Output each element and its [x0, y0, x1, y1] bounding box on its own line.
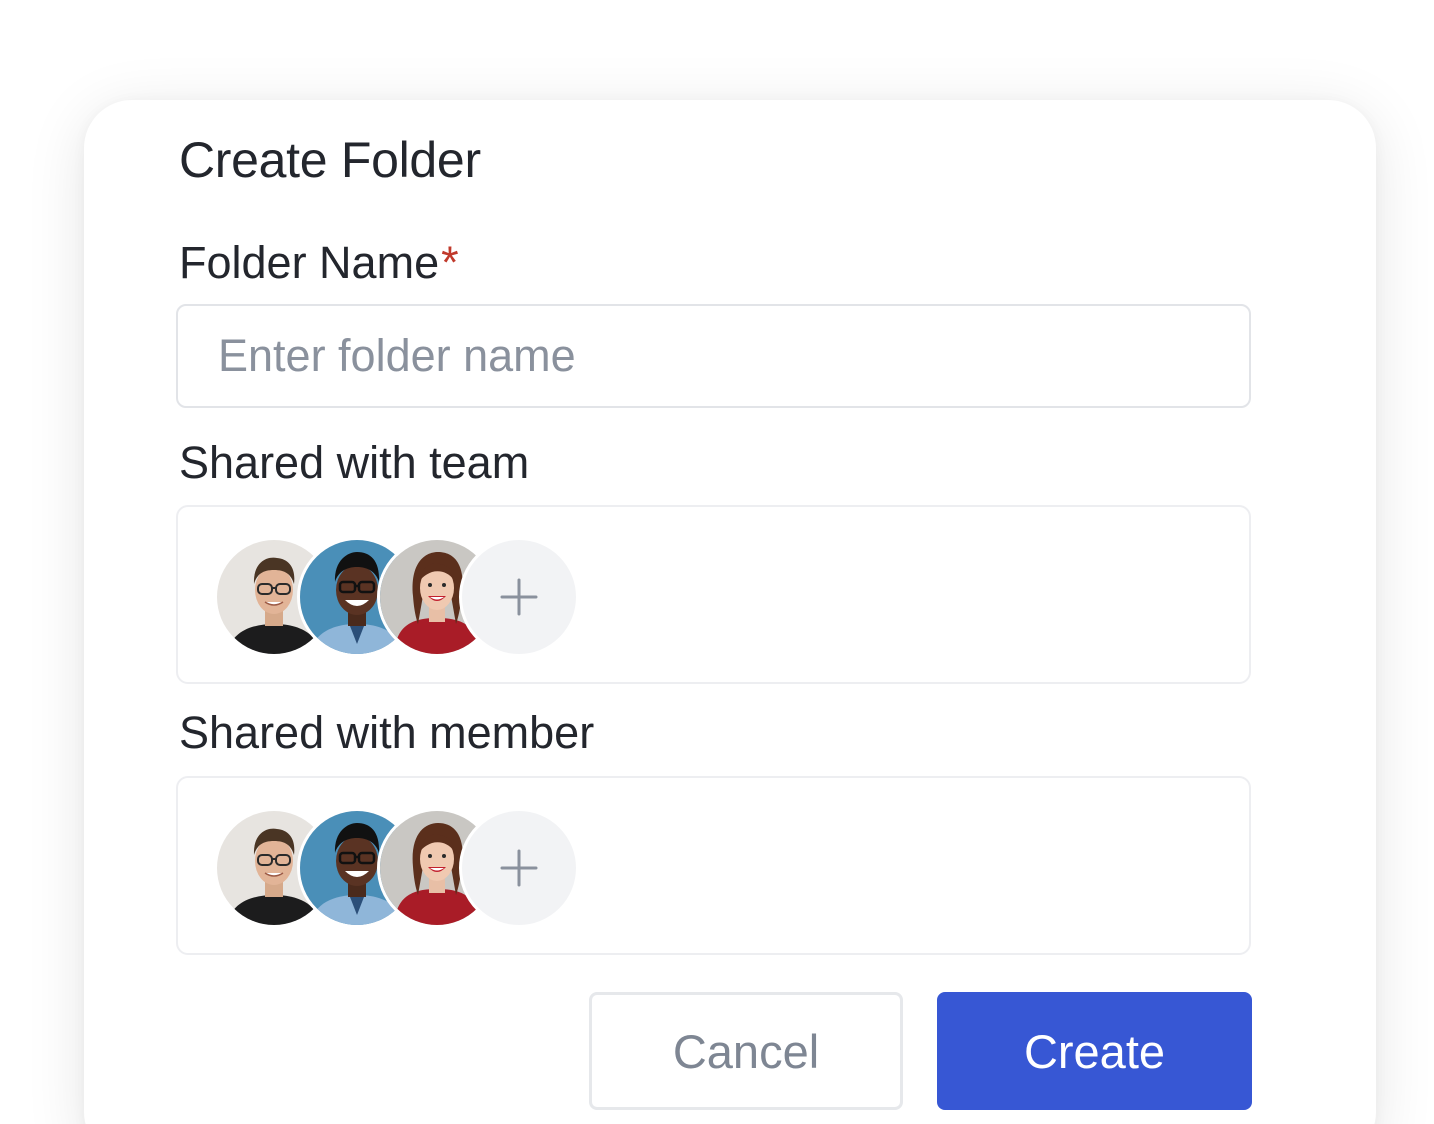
shared-with-member-label: Shared with member: [179, 707, 595, 758]
page-background: Create Folder Folder Name* Shared with t…: [0, 0, 1434, 1124]
shared-with-member-box[interactable]: [176, 776, 1251, 955]
team-avatar-group: [214, 537, 614, 657]
plus-icon: [500, 578, 538, 616]
add-member-button[interactable]: [459, 808, 579, 928]
folder-name-label-text: Folder Name: [179, 237, 440, 288]
shared-with-team-label: Shared with team: [179, 437, 530, 488]
cancel-button[interactable]: Cancel: [589, 992, 903, 1110]
plus-icon: [500, 849, 538, 887]
create-folder-dialog: Create Folder Folder Name* Shared with t…: [84, 100, 1376, 1124]
required-marker: *: [441, 237, 459, 288]
dialog-title: Create Folder: [179, 132, 481, 188]
shared-with-team-box[interactable]: [176, 505, 1251, 684]
folder-name-input[interactable]: [176, 304, 1251, 408]
create-button[interactable]: Create: [937, 992, 1252, 1110]
member-avatar-group: [214, 808, 614, 928]
add-team-member-button[interactable]: [459, 537, 579, 657]
folder-name-label: Folder Name*: [179, 236, 459, 290]
